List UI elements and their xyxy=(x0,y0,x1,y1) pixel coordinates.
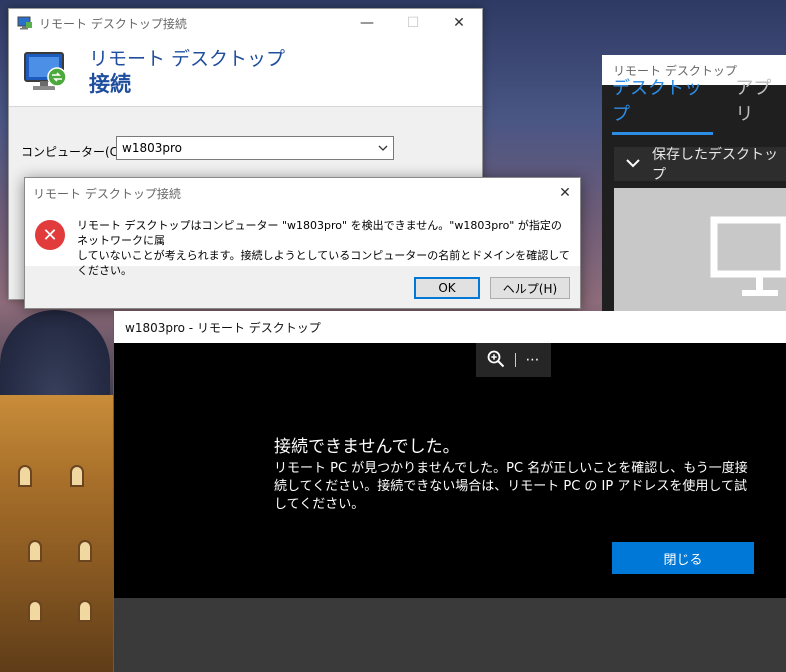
wallpaper-castle xyxy=(0,300,120,672)
error-message-line2: していないことが考えられます。接続しようとしているコンピューターの名前とドメイン… xyxy=(77,249,570,277)
close-button[interactable]: ✕ xyxy=(436,9,482,37)
rdc-app-icon xyxy=(17,16,33,30)
banner-title-line2: 接続 xyxy=(89,71,131,96)
computer-label: コンピューター(C): xyxy=(21,145,127,159)
error-message: リモート デスクトップはコンピューター "w1803pro" を検出できません。… xyxy=(77,218,572,277)
error-message-line1: リモート デスクトップはコンピューター "w1803pro" を検出できません。… xyxy=(77,219,562,247)
tab-desktops[interactable]: デスクトップ xyxy=(612,74,714,135)
monitor-icon xyxy=(710,216,786,296)
rdapp-tabs: デスクトップ アプリ xyxy=(602,78,786,135)
castle-tower-dome xyxy=(0,310,110,400)
saved-desktops-header[interactable]: 保存したデスクトップ xyxy=(614,147,786,183)
error-dialog-titlebar[interactable]: リモート デスクトップ接続 ✕ xyxy=(25,178,580,208)
maximize-button[interactable]: ☐ xyxy=(390,9,436,37)
session-top-area: ⋯ xyxy=(114,343,786,408)
error-dialog-buttons: OK ヘルプ(H) xyxy=(414,277,570,299)
rdc-titlebar[interactable]: リモート デスクトップ接続 — ☐ ✕ xyxy=(9,9,482,37)
connection-error-panel: 接続できませんでした。 リモート PC が見つかりませんでした。PC 名が正しい… xyxy=(114,408,786,598)
tab-apps[interactable]: アプリ xyxy=(735,74,786,135)
close-button[interactable]: 閉じる xyxy=(612,542,754,574)
error-icon: ✕ xyxy=(35,220,65,250)
error-dialog[interactable]: リモート デスクトップ接続 ✕ ✕ リモート デスクトップはコンピューター "w… xyxy=(24,177,581,309)
chevron-down-icon xyxy=(626,156,640,172)
remote-session-window[interactable]: w1803pro - リモート デスクトップ ⋯ 接続できませんでした。 リモー… xyxy=(113,311,786,672)
remote-desktop-app-window[interactable]: リモート デスクトップ デスクトップ アプリ 保存したデスクトップ xyxy=(602,55,786,328)
error-dialog-close-button[interactable]: ✕ xyxy=(550,185,580,201)
castle-window xyxy=(78,600,92,622)
rdc-title: リモート デスクトップ接続 xyxy=(39,16,187,31)
castle-window xyxy=(28,540,42,562)
rdc-banner-text: リモート デスクトップ 接続 xyxy=(89,47,285,97)
saved-desktops-label: 保存したデスクトップ xyxy=(652,147,778,183)
help-button[interactable]: ヘルプ(H) xyxy=(490,277,570,299)
remote-desktop-monitor-icon xyxy=(23,49,69,95)
castle-window xyxy=(78,540,92,562)
session-toolbar: ⋯ xyxy=(476,343,551,377)
connection-error-body: リモート PC が見つかりませんでした。PC 名が正しいことを確認し、もう一度接… xyxy=(274,461,748,512)
error-dialog-title: リモート デスクトップ接続 xyxy=(33,186,181,201)
banner-title-line1: リモート デスクトップ xyxy=(89,47,286,70)
saved-desktop-tile[interactable] xyxy=(614,188,786,328)
ok-button[interactable]: OK xyxy=(414,277,480,299)
zoom-in-icon[interactable] xyxy=(487,350,505,371)
chevron-down-icon[interactable] xyxy=(373,143,393,154)
connection-error-heading: 接続できませんでした。 xyxy=(274,437,460,457)
minimize-button[interactable]: — xyxy=(344,9,390,37)
castle-window xyxy=(18,465,32,487)
more-options-icon[interactable]: ⋯ xyxy=(526,352,541,368)
castle-wall xyxy=(0,395,120,672)
castle-window xyxy=(28,600,42,622)
rdc-banner: リモート デスクトップ 接続 xyxy=(9,37,482,107)
error-content: ✕ リモート デスクトップはコンピューター "w1803pro" を検出できませ… xyxy=(25,208,580,277)
castle-window xyxy=(70,465,84,487)
computer-combobox[interactable]: w1803pro xyxy=(116,136,394,160)
session-title: w1803pro - リモート デスクトップ xyxy=(125,320,321,335)
computer-value[interactable]: w1803pro xyxy=(122,141,373,155)
toolbar-separator xyxy=(514,353,516,367)
session-titlebar[interactable]: w1803pro - リモート デスクトップ xyxy=(114,311,786,343)
